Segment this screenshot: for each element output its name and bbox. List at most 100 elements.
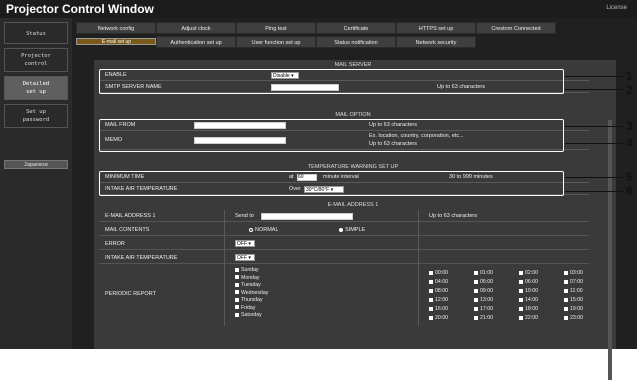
- time-checkbox-0600[interactable]: 06:00: [519, 278, 564, 287]
- checkbox-icon: [564, 279, 568, 284]
- time-checkbox-1500[interactable]: 15:00: [564, 296, 609, 305]
- checkbox-icon: [235, 267, 239, 272]
- time-checkbox-1700[interactable]: 17:00: [474, 305, 519, 314]
- tab-network-config[interactable]: Network config: [76, 22, 156, 34]
- time-label: 11:00: [570, 288, 583, 294]
- checkbox-icon: [519, 297, 523, 302]
- checkbox-icon: [235, 290, 239, 295]
- time-checkbox-1600[interactable]: 16:00: [429, 305, 474, 314]
- time-checkbox-1800[interactable]: 18:00: [519, 305, 564, 314]
- tab-certificate[interactable]: Certificate: [316, 22, 396, 34]
- periodic-report-row: PERIODIC REPORT Sunday Monday Tuesday Wedne…: [99, 266, 589, 326]
- day-checkbox-thursday[interactable]: Thursday: [235, 297, 268, 305]
- checkbox-icon: [429, 306, 433, 311]
- mail-server-header: MAIL SERVER: [334, 62, 372, 68]
- time-label: 10:00: [525, 288, 538, 294]
- time-label: 20:00: [435, 315, 448, 321]
- tab-authentication-set-up[interactable]: Authentication set up: [156, 36, 236, 48]
- sidebar-item-projector-control[interactable]: Projector control: [4, 48, 68, 72]
- day-label: Saturday: [241, 312, 262, 318]
- sidebar-item-status[interactable]: Status: [4, 22, 68, 44]
- checkbox-icon: [564, 270, 568, 275]
- sidebar: Status Projector control Detailed set up…: [0, 18, 72, 349]
- time-checkbox-2100[interactable]: 21:00: [474, 314, 519, 323]
- checkbox-icon: [429, 279, 433, 284]
- tab-network-security[interactable]: Network security: [396, 36, 476, 48]
- checkbox-icon: [474, 270, 478, 275]
- intake-temp-mail-select[interactable]: OFF ▾: [235, 254, 255, 261]
- day-checkbox-friday[interactable]: Friday: [235, 305, 268, 313]
- title-bar: Projector Control Window License: [0, 0, 637, 18]
- time-row: 12:00 13:00 14:00 15:00: [429, 296, 609, 305]
- highlight-box-mail-server: [99, 69, 564, 94]
- time-checkbox-0400[interactable]: 04:00: [429, 278, 474, 287]
- time-checkbox-1300[interactable]: 13:00: [474, 296, 519, 305]
- periodic-days-list: Sunday Monday Tuesday Wednesday Thursday Frid…: [235, 267, 268, 320]
- time-checkbox-1900[interactable]: 19:00: [564, 305, 609, 314]
- day-checkbox-saturday[interactable]: Saturday: [235, 312, 268, 320]
- language-japanese-button[interactable]: Japanese: [4, 160, 68, 169]
- time-label: 22:00: [525, 315, 538, 321]
- time-checkbox-0100[interactable]: 01:00: [474, 269, 519, 278]
- time-checkbox-0500[interactable]: 05:00: [474, 278, 519, 287]
- callout-line: [565, 76, 623, 77]
- column-divider: [418, 210, 419, 326]
- email-address-input[interactable]: [261, 213, 353, 220]
- intake-temp-mail-select-value: OFF: [237, 255, 247, 261]
- time-label: 07:00: [570, 279, 583, 285]
- time-checkbox-1200[interactable]: 12:00: [429, 296, 474, 305]
- error-select[interactable]: OFF ▾: [235, 240, 255, 247]
- time-label: 08:00: [435, 288, 448, 294]
- time-checkbox-0800[interactable]: 08:00: [429, 287, 474, 296]
- day-label: Sunday: [241, 267, 259, 273]
- checkbox-icon: [429, 288, 433, 293]
- scrollbar[interactable]: [608, 120, 612, 380]
- license-link[interactable]: License: [606, 5, 627, 11]
- tab-https-set-up[interactable]: HTTPS set up: [396, 22, 476, 34]
- day-checkbox-monday[interactable]: Monday: [235, 275, 268, 283]
- normal-radio[interactable]: NORMAL: [249, 227, 279, 233]
- checkbox-icon: [474, 297, 478, 302]
- sidebar-item-set-up-password[interactable]: Set up password: [4, 104, 68, 128]
- callout-6: 6: [626, 184, 633, 198]
- callout-line: [565, 89, 623, 90]
- time-checkbox-2000[interactable]: 20:00: [429, 314, 474, 323]
- time-checkbox-0300[interactable]: 03:00: [564, 269, 609, 278]
- time-checkbox-2300[interactable]: 23:00: [564, 314, 609, 323]
- time-checkbox-2200[interactable]: 22:00: [519, 314, 564, 323]
- time-checkbox-0000[interactable]: 00:00: [429, 269, 474, 278]
- sidebar-item-label: Status: [26, 31, 46, 37]
- checkbox-icon: [235, 282, 239, 287]
- time-checkbox-1100[interactable]: 11:00: [564, 287, 609, 296]
- column-divider: [224, 210, 225, 326]
- intake-temp-mail-row: INTAKE AIR TEMPERATURE OFF ▾: [99, 252, 589, 264]
- tab-crestron-connected[interactable]: Crestron Connected: [476, 22, 556, 34]
- checkbox-icon: [235, 312, 239, 317]
- simple-radio[interactable]: SIMPLE: [339, 227, 365, 233]
- sidebar-item-detailed-set-up[interactable]: Detailed set up: [4, 76, 68, 100]
- time-label: 23:00: [570, 315, 583, 321]
- time-checkbox-1000[interactable]: 10:00: [519, 287, 564, 296]
- time-checkbox-0200[interactable]: 02:00: [519, 269, 564, 278]
- tab-ping-test[interactable]: Ping test: [236, 22, 316, 34]
- tab-adjust-clock[interactable]: Adjust clock: [156, 22, 236, 34]
- day-checkbox-tuesday[interactable]: Tuesday: [235, 282, 268, 290]
- normal-radio-label: NORMAL: [255, 227, 279, 233]
- checkbox-icon: [519, 270, 523, 275]
- tab-email-set-up[interactable]: E-mail set up: [76, 38, 156, 45]
- day-checkbox-sunday[interactable]: Sunday: [235, 267, 268, 275]
- time-checkbox-0700[interactable]: 07:00: [564, 278, 609, 287]
- day-checkbox-wednesday[interactable]: Wednesday: [235, 290, 268, 298]
- checkbox-icon: [519, 288, 523, 293]
- intake-temp-mail-label: INTAKE AIR TEMPERATURE: [105, 255, 178, 261]
- checkbox-icon: [564, 306, 568, 311]
- time-label: 02:00: [525, 270, 538, 276]
- checkbox-icon: [474, 288, 478, 293]
- time-label: 18:00: [525, 306, 538, 312]
- tab-user-function-set-up[interactable]: User function set up: [236, 36, 316, 48]
- time-checkbox-1400[interactable]: 14:00: [519, 296, 564, 305]
- time-checkbox-0900[interactable]: 09:00: [474, 287, 519, 296]
- mail-contents-row: MAIL CONTENTS NORMAL SIMPLE: [99, 224, 589, 236]
- send-to-label: Send to: [235, 213, 254, 219]
- tab-status-notification[interactable]: Status notification: [316, 36, 396, 48]
